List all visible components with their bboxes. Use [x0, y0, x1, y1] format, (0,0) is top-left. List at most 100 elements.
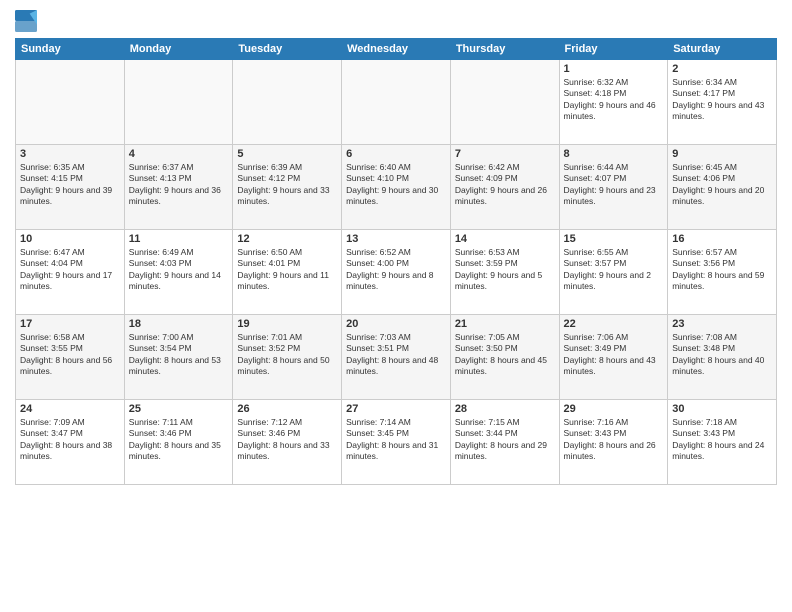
calendar-cell: 6 Sunrise: 6:40 AMSunset: 4:10 PMDaylight…	[342, 145, 451, 230]
day-info: Sunrise: 7:08 AMSunset: 3:48 PMDaylight:…	[672, 332, 772, 378]
logo	[15, 10, 39, 32]
weekday-header-friday: Friday	[559, 39, 668, 60]
day-number: 1	[564, 63, 664, 75]
calendar-cell: 5 Sunrise: 6:39 AMSunset: 4:12 PMDaylight…	[233, 145, 342, 230]
day-info: Sunrise: 7:12 AMSunset: 3:46 PMDaylight:…	[237, 417, 337, 463]
calendar-cell: 8 Sunrise: 6:44 AMSunset: 4:07 PMDaylight…	[559, 145, 668, 230]
day-info: Sunrise: 6:44 AMSunset: 4:07 PMDaylight:…	[564, 162, 664, 208]
day-info: Sunrise: 7:01 AMSunset: 3:52 PMDaylight:…	[237, 332, 337, 378]
day-number: 4	[129, 148, 229, 160]
calendar-cell	[450, 60, 559, 145]
day-info: Sunrise: 6:39 AMSunset: 4:12 PMDaylight:…	[237, 162, 337, 208]
day-info: Sunrise: 7:18 AMSunset: 3:43 PMDaylight:…	[672, 417, 772, 463]
weekday-header-monday: Monday	[124, 39, 233, 60]
day-info: Sunrise: 6:47 AMSunset: 4:04 PMDaylight:…	[20, 247, 120, 293]
day-number: 5	[237, 148, 337, 160]
page: SundayMondayTuesdayWednesdayThursdayFrid…	[0, 0, 792, 612]
week-row-0: 1 Sunrise: 6:32 AMSunset: 4:18 PMDaylight…	[16, 60, 777, 145]
day-info: Sunrise: 6:35 AMSunset: 4:15 PMDaylight:…	[20, 162, 120, 208]
day-info: Sunrise: 6:55 AMSunset: 3:57 PMDaylight:…	[564, 247, 664, 293]
day-number: 30	[672, 403, 772, 415]
calendar-cell: 26 Sunrise: 7:12 AMSunset: 3:46 PMDayligh…	[233, 400, 342, 485]
week-row-1: 3Sunrise: 6:35 AMSunset: 4:15 PMDaylight…	[16, 145, 777, 230]
weekday-header-sunday: Sunday	[16, 39, 125, 60]
calendar-cell: 24 Sunrise: 7:09 AMSunset: 3:47 PMDayligh…	[16, 400, 125, 485]
calendar-cell: 1 Sunrise: 6:32 AMSunset: 4:18 PMDaylight…	[559, 60, 668, 145]
calendar-cell: 23 Sunrise: 7:08 AMSunset: 3:48 PMDayligh…	[668, 315, 777, 400]
calendar-cell	[233, 60, 342, 145]
calendar-cell: 15 Sunrise: 6:55 AMSunset: 3:57 PMDayligh…	[559, 230, 668, 315]
day-info: Sunrise: 7:00 AMSunset: 3:54 PMDaylight:…	[129, 332, 229, 378]
weekday-header-wednesday: Wednesday	[342, 39, 451, 60]
calendar-cell: 21Sunrise: 7:05 AMSunset: 3:50 PMDayligh…	[450, 315, 559, 400]
day-number: 8	[564, 148, 664, 160]
day-info: Sunrise: 6:40 AMSunset: 4:10 PMDaylight:…	[346, 162, 446, 208]
day-info: Sunrise: 7:11 AMSunset: 3:46 PMDaylight:…	[129, 417, 229, 463]
day-info: Sunrise: 6:50 AMSunset: 4:01 PMDaylight:…	[237, 247, 337, 293]
day-number: 7	[455, 148, 555, 160]
calendar-cell	[342, 60, 451, 145]
calendar-cell: 18 Sunrise: 7:00 AMSunset: 3:54 PMDayligh…	[124, 315, 233, 400]
day-number: 23	[672, 318, 772, 330]
day-info: Sunrise: 6:45 AMSunset: 4:06 PMDaylight:…	[672, 162, 772, 208]
day-number: 22	[564, 318, 664, 330]
calendar-cell: 2Sunrise: 6:34 AMSunset: 4:17 PMDaylight…	[668, 60, 777, 145]
day-number: 27	[346, 403, 446, 415]
calendar-cell: 10 Sunrise: 6:47 AMSunset: 4:04 PMDayligh…	[16, 230, 125, 315]
calendar-cell: 27 Sunrise: 7:14 AMSunset: 3:45 PMDayligh…	[342, 400, 451, 485]
weekday-header-thursday: Thursday	[450, 39, 559, 60]
calendar-cell: 29Sunrise: 7:16 AMSunset: 3:43 PMDayligh…	[559, 400, 668, 485]
day-info: Sunrise: 6:57 AMSunset: 3:56 PMDaylight:…	[672, 247, 772, 293]
day-number: 28	[455, 403, 555, 415]
day-number: 26	[237, 403, 337, 415]
day-number: 12	[237, 233, 337, 245]
calendar-cell: 25Sunrise: 7:11 AMSunset: 3:46 PMDayligh…	[124, 400, 233, 485]
day-number: 6	[346, 148, 446, 160]
calendar-cell: 14Sunrise: 6:53 AMSunset: 3:59 PMDayligh…	[450, 230, 559, 315]
day-number: 19	[237, 318, 337, 330]
day-info: Sunrise: 6:49 AMSunset: 4:03 PMDaylight:…	[129, 247, 229, 293]
day-number: 11	[129, 233, 229, 245]
calendar-cell: 4 Sunrise: 6:37 AMSunset: 4:13 PMDaylight…	[124, 145, 233, 230]
day-number: 17	[20, 318, 120, 330]
calendar-cell: 20 Sunrise: 7:03 AMSunset: 3:51 PMDayligh…	[342, 315, 451, 400]
week-row-4: 24 Sunrise: 7:09 AMSunset: 3:47 PMDayligh…	[16, 400, 777, 485]
weekday-header-saturday: Saturday	[668, 39, 777, 60]
day-info: Sunrise: 6:42 AMSunset: 4:09 PMDaylight:…	[455, 162, 555, 208]
day-info: Sunrise: 7:03 AMSunset: 3:51 PMDaylight:…	[346, 332, 446, 378]
day-number: 20	[346, 318, 446, 330]
calendar-cell	[124, 60, 233, 145]
day-number: 18	[129, 318, 229, 330]
day-number: 16	[672, 233, 772, 245]
day-number: 10	[20, 233, 120, 245]
calendar-cell: 22Sunrise: 7:06 AMSunset: 3:49 PMDayligh…	[559, 315, 668, 400]
calendar-cell: 28 Sunrise: 7:15 AMSunset: 3:44 PMDayligh…	[450, 400, 559, 485]
day-number: 14	[455, 233, 555, 245]
day-info: Sunrise: 7:05 AMSunset: 3:50 PMDaylight:…	[455, 332, 555, 378]
header	[15, 10, 777, 32]
calendar-cell: 7 Sunrise: 6:42 AMSunset: 4:09 PMDaylight…	[450, 145, 559, 230]
day-info: Sunrise: 7:15 AMSunset: 3:44 PMDaylight:…	[455, 417, 555, 463]
calendar-cell: 12 Sunrise: 6:50 AMSunset: 4:01 PMDayligh…	[233, 230, 342, 315]
calendar-cell: 13 Sunrise: 6:52 AMSunset: 4:00 PMDayligh…	[342, 230, 451, 315]
week-row-2: 10 Sunrise: 6:47 AMSunset: 4:04 PMDayligh…	[16, 230, 777, 315]
calendar: SundayMondayTuesdayWednesdayThursdayFrid…	[15, 38, 777, 485]
day-info: Sunrise: 6:34 AMSunset: 4:17 PMDaylight:…	[672, 77, 772, 123]
day-number: 15	[564, 233, 664, 245]
calendar-cell: 30 Sunrise: 7:18 AMSunset: 3:43 PMDayligh…	[668, 400, 777, 485]
day-number: 24	[20, 403, 120, 415]
day-info: Sunrise: 6:52 AMSunset: 4:00 PMDaylight:…	[346, 247, 446, 293]
day-info: Sunrise: 6:58 AMSunset: 3:55 PMDaylight:…	[20, 332, 120, 378]
day-number: 13	[346, 233, 446, 245]
day-info: Sunrise: 6:37 AMSunset: 4:13 PMDaylight:…	[129, 162, 229, 208]
calendar-cell: 19 Sunrise: 7:01 AMSunset: 3:52 PMDayligh…	[233, 315, 342, 400]
day-info: Sunrise: 7:14 AMSunset: 3:45 PMDaylight:…	[346, 417, 446, 463]
weekday-header-row: SundayMondayTuesdayWednesdayThursdayFrid…	[16, 39, 777, 60]
calendar-cell: 9 Sunrise: 6:45 AMSunset: 4:06 PMDaylight…	[668, 145, 777, 230]
calendar-cell: 3Sunrise: 6:35 AMSunset: 4:15 PMDaylight…	[16, 145, 125, 230]
day-number: 29	[564, 403, 664, 415]
calendar-cell: 16 Sunrise: 6:57 AMSunset: 3:56 PMDayligh…	[668, 230, 777, 315]
day-info: Sunrise: 7:09 AMSunset: 3:47 PMDaylight:…	[20, 417, 120, 463]
day-number: 9	[672, 148, 772, 160]
day-info: Sunrise: 6:32 AMSunset: 4:18 PMDaylight:…	[564, 77, 664, 123]
